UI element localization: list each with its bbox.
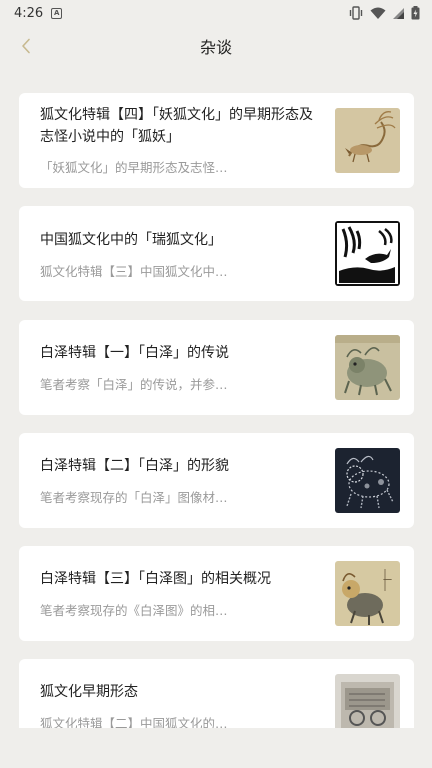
app-bar: 杂谈 [0,26,432,66]
article-thumbnail [335,448,400,513]
page-title: 杂谈 [199,38,232,57]
article-thumbnail: ⼀ [335,561,400,626]
fox-painting-image [335,108,400,173]
article-title: 狐文化早期形态 [40,684,138,700]
back-button[interactable] [12,32,40,60]
article-summary: 「妖狐文化」的早期形态及志怪… [40,160,228,175]
article-card[interactable]: 白泽特辑【二】「白泽」的形貌 笔者考察现存的「白泽」图像材… [19,433,414,528]
chevron-left-icon [22,38,30,54]
article-thumbnail [335,108,400,173]
article-summary: 狐文化特辑【三】中国狐文化中… [40,264,228,279]
article-title: 白泽特辑【三】「白泽图」的相关概况 [40,571,271,587]
article-text: 白泽特辑【二】「白泽」的形貌 笔者考察现存的「白泽」图像材… [40,433,320,528]
article-title: 中国狐文化中的「瑞狐文化」 [40,232,222,248]
article-card[interactable]: 白泽特辑【一】「白泽」的传说 笔者考察「白泽」的传说，并参… [19,320,414,415]
article-thumbnail [335,335,400,400]
baize-scroll-image: ⼀ [335,561,400,626]
status-left: 4:26 A [14,5,63,21]
woodcut-fox-image [335,221,400,286]
article-text: 中国狐文化中的「瑞狐文化」 狐文化特辑【三】中国狐文化中… [40,206,320,301]
vibrate-icon [349,6,363,20]
status-bar: 4:26 A [0,0,432,26]
article-card[interactable]: 白泽特辑【三】「白泽图」的相关概况 笔者考察现存的《白泽图》的相… ⼀ [19,546,414,641]
baize-embroidery-image [335,448,400,513]
wifi-icon [370,7,386,19]
article-summary: 笔者考察「白泽」的传说，并参… [40,377,228,392]
battery-icon [411,6,420,20]
article-card[interactable]: 中国狐文化中的「瑞狐文化」 狐文化特辑【三】中国狐文化中… [19,206,414,301]
article-text: 狐文化特辑【四】「妖狐文化」的早期形态及志怪小说中的「狐妖」 「妖狐文化」的早期… [40,93,320,188]
article-summary: 笔者考察现存的《白泽图》的相… [40,603,228,618]
article-summary: 笔者考察现存的「白泽」图像材… [40,490,228,505]
article-text: 白泽特辑【三】「白泽图」的相关概况 笔者考察现存的《白泽图》的相… [40,546,320,641]
bottom-edge [0,728,432,768]
article-card[interactable]: 狐文化特辑【四】「妖狐文化」的早期形态及志怪小说中的「狐妖」 「妖狐文化」的早期… [19,93,414,188]
article-title: 白泽特辑【二】「白泽」的形貌 [40,458,229,474]
article-title: 白泽特辑【一】「白泽」的传说 [40,345,229,361]
article-title: 狐文化特辑【四】「妖狐文化」的早期形态及志怪小说中的「狐妖」 [40,107,313,145]
status-time: 4:26 [14,5,44,21]
article-text: 白泽特辑【一】「白泽」的传说 笔者考察「白泽」的传说，并参… [40,320,320,415]
status-right [348,6,420,20]
baize-painting-image [335,335,400,400]
svg-text:⼀: ⼀ [383,576,392,586]
article-thumbnail [335,221,400,286]
cellular-signal-icon [393,7,404,19]
notification-icon: A [51,7,63,19]
